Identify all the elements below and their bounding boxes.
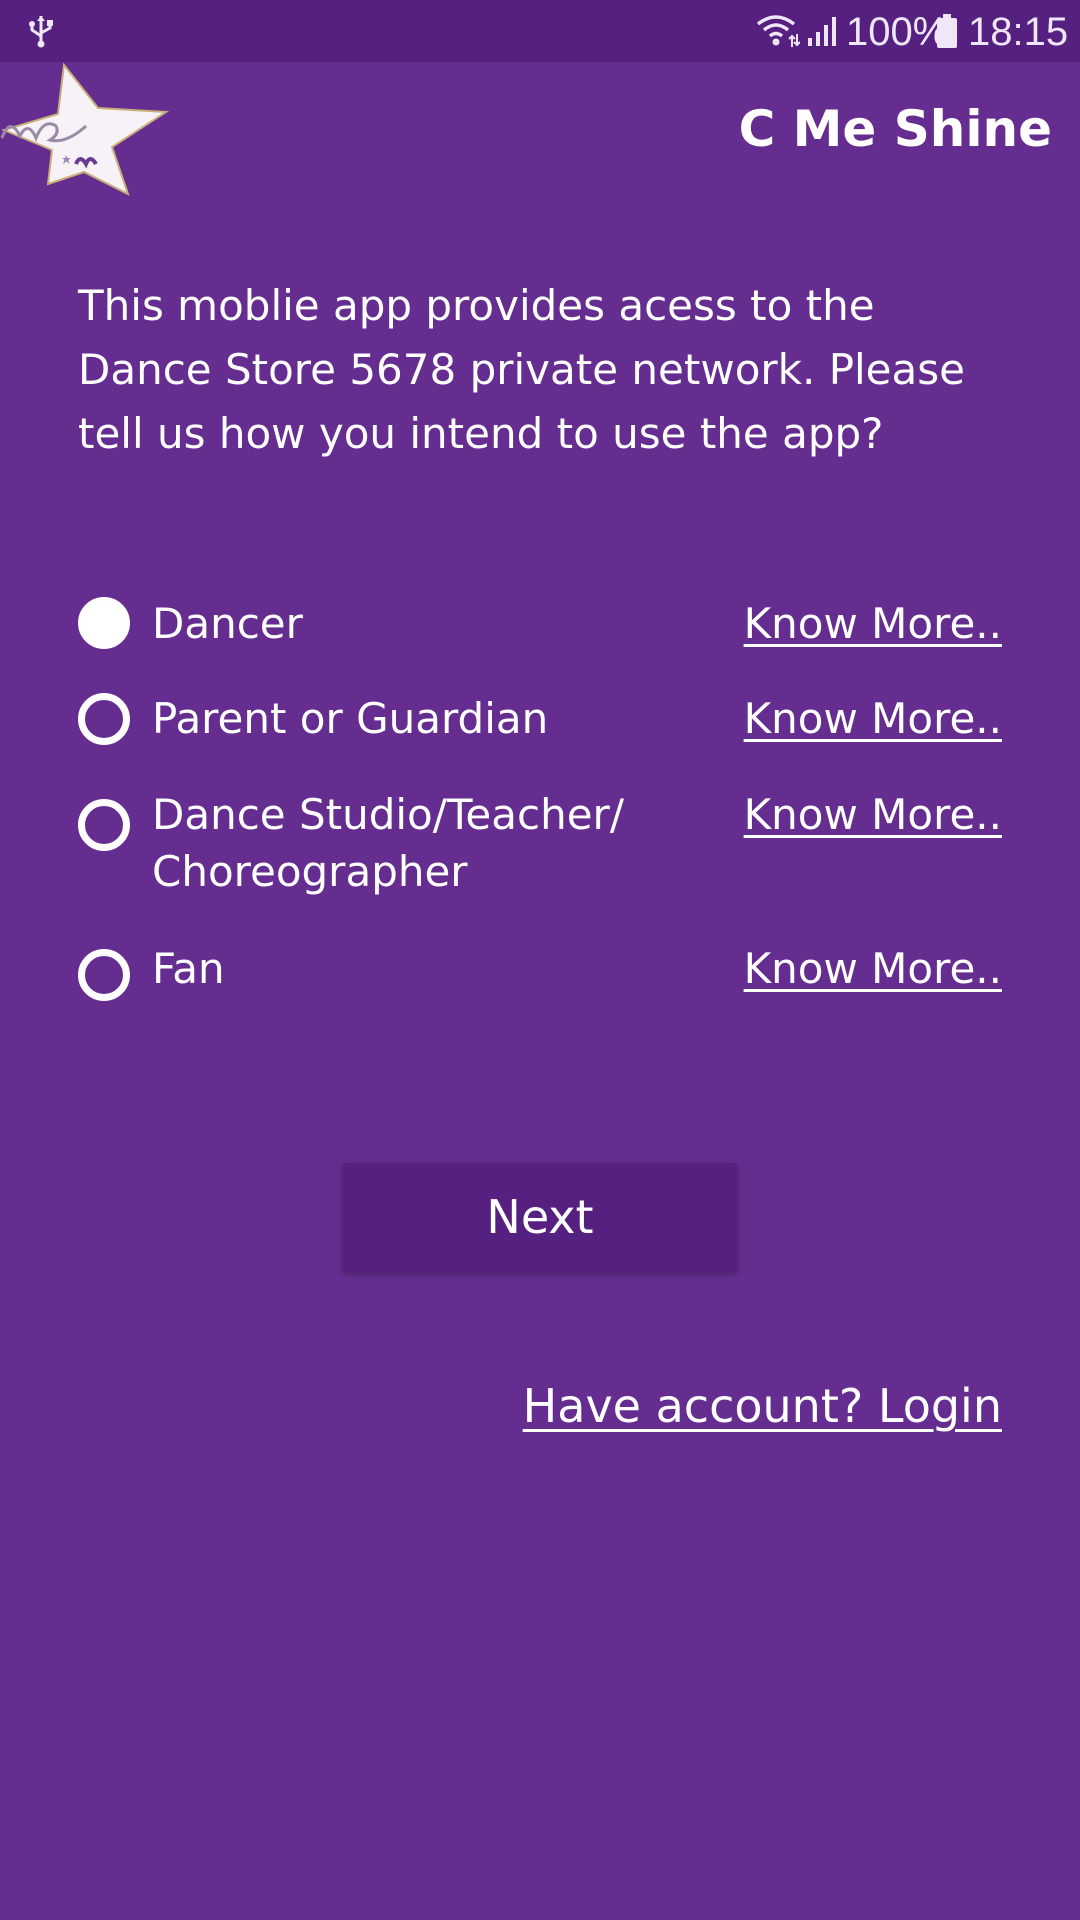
option-dance-studio[interactable]: Dance Studio/Teacher/ Choreographer Know… <box>78 786 1002 900</box>
star-logo <box>0 62 170 196</box>
next-button[interactable]: Next <box>343 1163 737 1271</box>
radio-button-dancer[interactable] <box>78 597 130 649</box>
battery-icon <box>937 14 957 48</box>
option-label: Parent or Guardian <box>152 694 549 743</box>
know-more-link-dancer[interactable]: Know More.. <box>744 595 1002 652</box>
battery-percent: 100% <box>846 10 949 54</box>
option-parent-or-guardian[interactable]: Parent or Guardian Know More.. <box>78 690 1002 747</box>
know-more-link-dance-studio[interactable]: Know More.. <box>744 786 1002 843</box>
radio-button-parent-or-guardian[interactable] <box>78 693 130 745</box>
status-time: 18:15 <box>968 10 1069 54</box>
option-label: Dancer <box>152 599 303 648</box>
option-dancer[interactable]: Dancer Know More.. <box>78 595 1002 652</box>
option-label: Fan <box>152 944 225 993</box>
know-more-link-fan[interactable]: Know More.. <box>744 940 1002 997</box>
wifi-icon <box>756 15 800 47</box>
login-link[interactable]: Have account? Login <box>523 1376 1002 1436</box>
intro-text: This moblie app provides acess to the Da… <box>78 281 965 458</box>
option-fan[interactable]: Fan Know More.. <box>78 940 1002 1001</box>
radio-button-fan[interactable] <box>78 949 130 1001</box>
know-more-link-parent-or-guardian[interactable]: Know More.. <box>744 690 1002 747</box>
status-bar: 100% 18:15 <box>0 0 1080 62</box>
usb-icon <box>29 16 53 48</box>
option-label: Dance Studio/Teacher/ Choreographer <box>152 790 624 896</box>
radio-button-dance-studio[interactable] <box>78 799 130 851</box>
app-title: C Me Shine <box>738 100 1052 158</box>
signal-icon <box>808 17 836 46</box>
